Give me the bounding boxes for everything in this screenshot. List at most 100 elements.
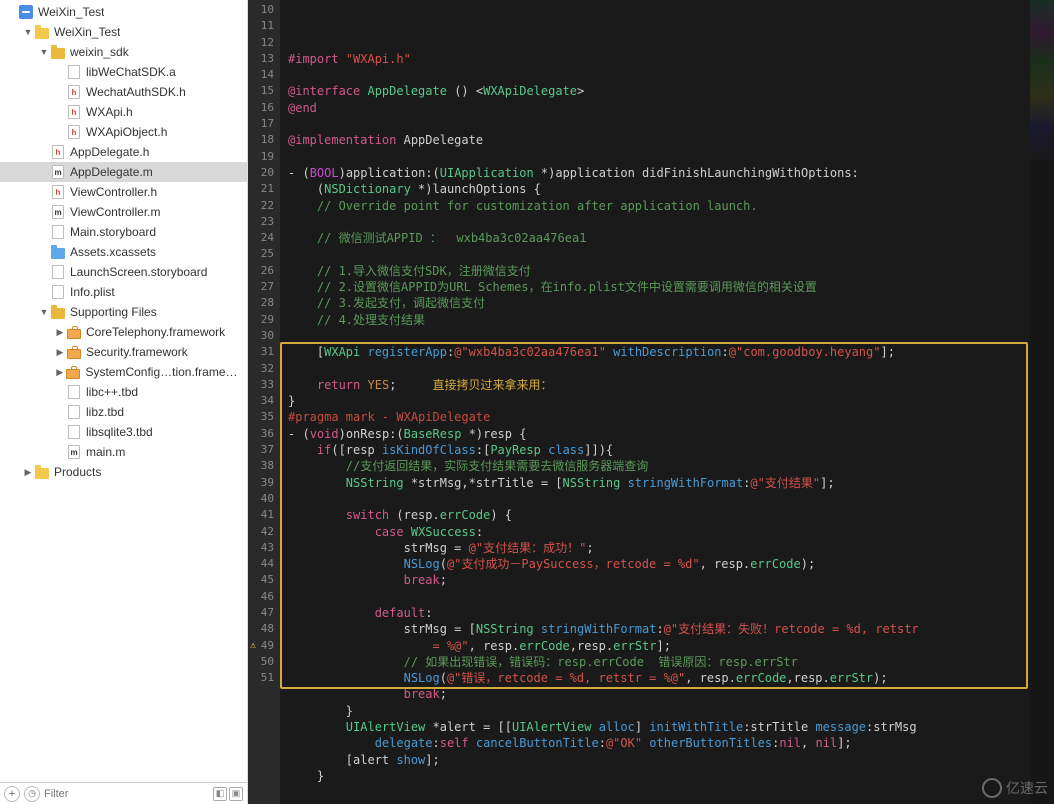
line-number[interactable]: 10 [248,2,280,18]
line-number[interactable]: 14 [248,67,280,83]
disclosure-triangle[interactable]: ▶ [22,467,34,478]
tree-row[interactable]: libsqlite3.tbd [0,422,247,442]
tree-row[interactable]: ▶CoreTelephony.framework [0,322,247,342]
line-number[interactable]: 45 [248,572,280,588]
disclosure-triangle[interactable]: ▼ [22,27,34,37]
line-number[interactable]: 18 [248,132,280,148]
line-number[interactable]: 39 [248,475,280,491]
code-line[interactable]: [alert show]; [288,752,1026,768]
code-line[interactable]: #pragma mark - WXApiDelegate [288,409,1026,425]
line-number[interactable]: 46 [248,589,280,605]
tree-row[interactable]: hWXApi.h [0,102,247,122]
scm-filter-icon[interactable]: ◧ [213,787,227,801]
tree-row[interactable]: ▶Products [0,462,247,482]
code-line[interactable]: switch (resp.errCode) { [288,507,1026,523]
disclosure-triangle[interactable]: ▶ [54,367,65,378]
filter-input[interactable] [44,788,209,800]
line-gutter[interactable]: 1011121314151617181920212223242526272829… [248,0,280,804]
code-content[interactable]: #import "WXApi.h" @interface AppDelegate… [280,0,1030,804]
code-line[interactable]: @implementation AppDelegate [288,132,1026,148]
tree-row[interactable]: libz.tbd [0,402,247,422]
code-line[interactable] [288,328,1026,344]
add-button[interactable]: + [4,786,20,802]
code-line[interactable]: // 如果出现错误，错误码：resp.errCode 错误原因：resp.err… [288,654,1026,670]
line-number[interactable]: 38 [248,458,280,474]
tree-row[interactable]: Main.storyboard [0,222,247,242]
line-number[interactable]: 21 [248,181,280,197]
minimap[interactable] [1030,0,1054,804]
code-line[interactable]: } [288,393,1026,409]
disclosure-triangle[interactable]: ▶ [54,347,66,358]
tree-row[interactable]: mAppDelegate.m [0,162,247,182]
line-number[interactable]: 32 [248,361,280,377]
tree-row[interactable]: mViewController.m [0,202,247,222]
line-number[interactable]: 44 [248,556,280,572]
file-tree[interactable]: WeiXin_Test▼WeiXin_Test▼weixin_sdklibWeC… [0,0,247,782]
line-number[interactable]: 28 [248,295,280,311]
code-line[interactable] [288,491,1026,507]
code-line[interactable]: NSString *strMsg,*strTitle = [NSString s… [288,475,1026,491]
tree-row[interactable]: ▼Supporting Files [0,302,247,322]
code-line[interactable]: // 4.处理支付结果 [288,312,1026,328]
code-line[interactable]: case WXSuccess: [288,524,1026,540]
tree-row[interactable]: ▼weixin_sdk [0,42,247,62]
line-number[interactable]: 15 [248,83,280,99]
tree-row[interactable]: LaunchScreen.storyboard [0,262,247,282]
line-number[interactable]: 30 [248,328,280,344]
code-line[interactable]: // 微信测试APPID ： wxb4ba3c02aa476ea1 [288,230,1026,246]
code-line[interactable]: // Override point for customization afte… [288,198,1026,214]
line-number[interactable]: 25 [248,246,280,262]
tree-row[interactable]: ▼WeiXin_Test [0,22,247,42]
line-number[interactable]: 16 [248,100,280,116]
code-line[interactable]: if([resp isKindOfClass:[PayResp class]])… [288,442,1026,458]
code-line[interactable] [288,214,1026,230]
code-line[interactable]: #import "WXApi.h" [288,51,1026,67]
tree-row[interactable]: hWXApiObject.h [0,122,247,142]
recent-button[interactable]: ◷ [24,786,40,802]
code-line[interactable] [288,361,1026,377]
code-line[interactable]: // 3.发起支付，调起微信支付 [288,295,1026,311]
disclosure-triangle[interactable]: ▼ [38,47,50,57]
code-line[interactable] [288,67,1026,83]
code-line[interactable]: - (void)onResp:(BaseResp *)resp { [288,426,1026,442]
line-number[interactable]: 35 [248,409,280,425]
tree-row[interactable]: WeiXin_Test [0,2,247,22]
code-line[interactable]: = %@", resp.errCode,resp.errStr]; [288,638,1026,654]
code-line[interactable]: // 2.设置微信APPID为URL Schemes，在info.plist文件… [288,279,1026,295]
code-line[interactable]: } [288,768,1026,784]
tree-row[interactable]: hAppDelegate.h [0,142,247,162]
tree-row[interactable]: ▶SystemConfig…tion.framework [0,362,247,382]
line-number[interactable]: 47 [248,605,280,621]
tree-row[interactable]: Info.plist [0,282,247,302]
line-number[interactable]: 34 [248,393,280,409]
tree-row[interactable]: Assets.xcassets [0,242,247,262]
tree-row[interactable]: hViewController.h [0,182,247,202]
code-line[interactable]: strMsg = [NSString stringWithFormat:@"支付… [288,621,1026,637]
tree-row[interactable]: mmain.m [0,442,247,462]
code-line[interactable] [288,246,1026,262]
code-line[interactable]: //支付返回结果，实际支付结果需要去微信服务器端查询 [288,458,1026,474]
code-line[interactable]: [WXApi registerApp:@"wxb4ba3c02aa476ea1"… [288,344,1026,360]
line-number[interactable]: 26 [248,263,280,279]
tree-row[interactable]: libWeChatSDK.a [0,62,247,82]
line-number[interactable]: 43 [248,540,280,556]
code-line[interactable]: // 1.导入微信支付SDK，注册微信支付 [288,263,1026,279]
line-number[interactable]: 22 [248,198,280,214]
line-number[interactable]: 27 [248,279,280,295]
code-line[interactable]: NSLog(@"错误，retcode = %d, retstr = %@", r… [288,670,1026,686]
code-line[interactable]: break; [288,572,1026,588]
tree-row[interactable]: hWechatAuthSDK.h [0,82,247,102]
code-line[interactable]: delegate:self cancelButtonTitle:@"OK" ot… [288,735,1026,751]
line-number[interactable]: 41 [248,507,280,523]
line-number[interactable]: 19 [248,149,280,165]
code-line[interactable]: - (BOOL)application:(UIApplication *)app… [288,165,1026,181]
code-line[interactable]: (NSDictionary *)launchOptions { [288,181,1026,197]
code-line[interactable]: UIAlertView *alert = [[UIAlertView alloc… [288,719,1026,735]
code-line[interactable] [288,589,1026,605]
box-filter-icon[interactable]: ▣ [229,787,243,801]
code-line[interactable] [288,116,1026,132]
code-line[interactable]: @end [288,100,1026,116]
line-number[interactable]: 36 [248,426,280,442]
line-number[interactable]: 20 [248,165,280,181]
line-number[interactable]: 42 [248,524,280,540]
